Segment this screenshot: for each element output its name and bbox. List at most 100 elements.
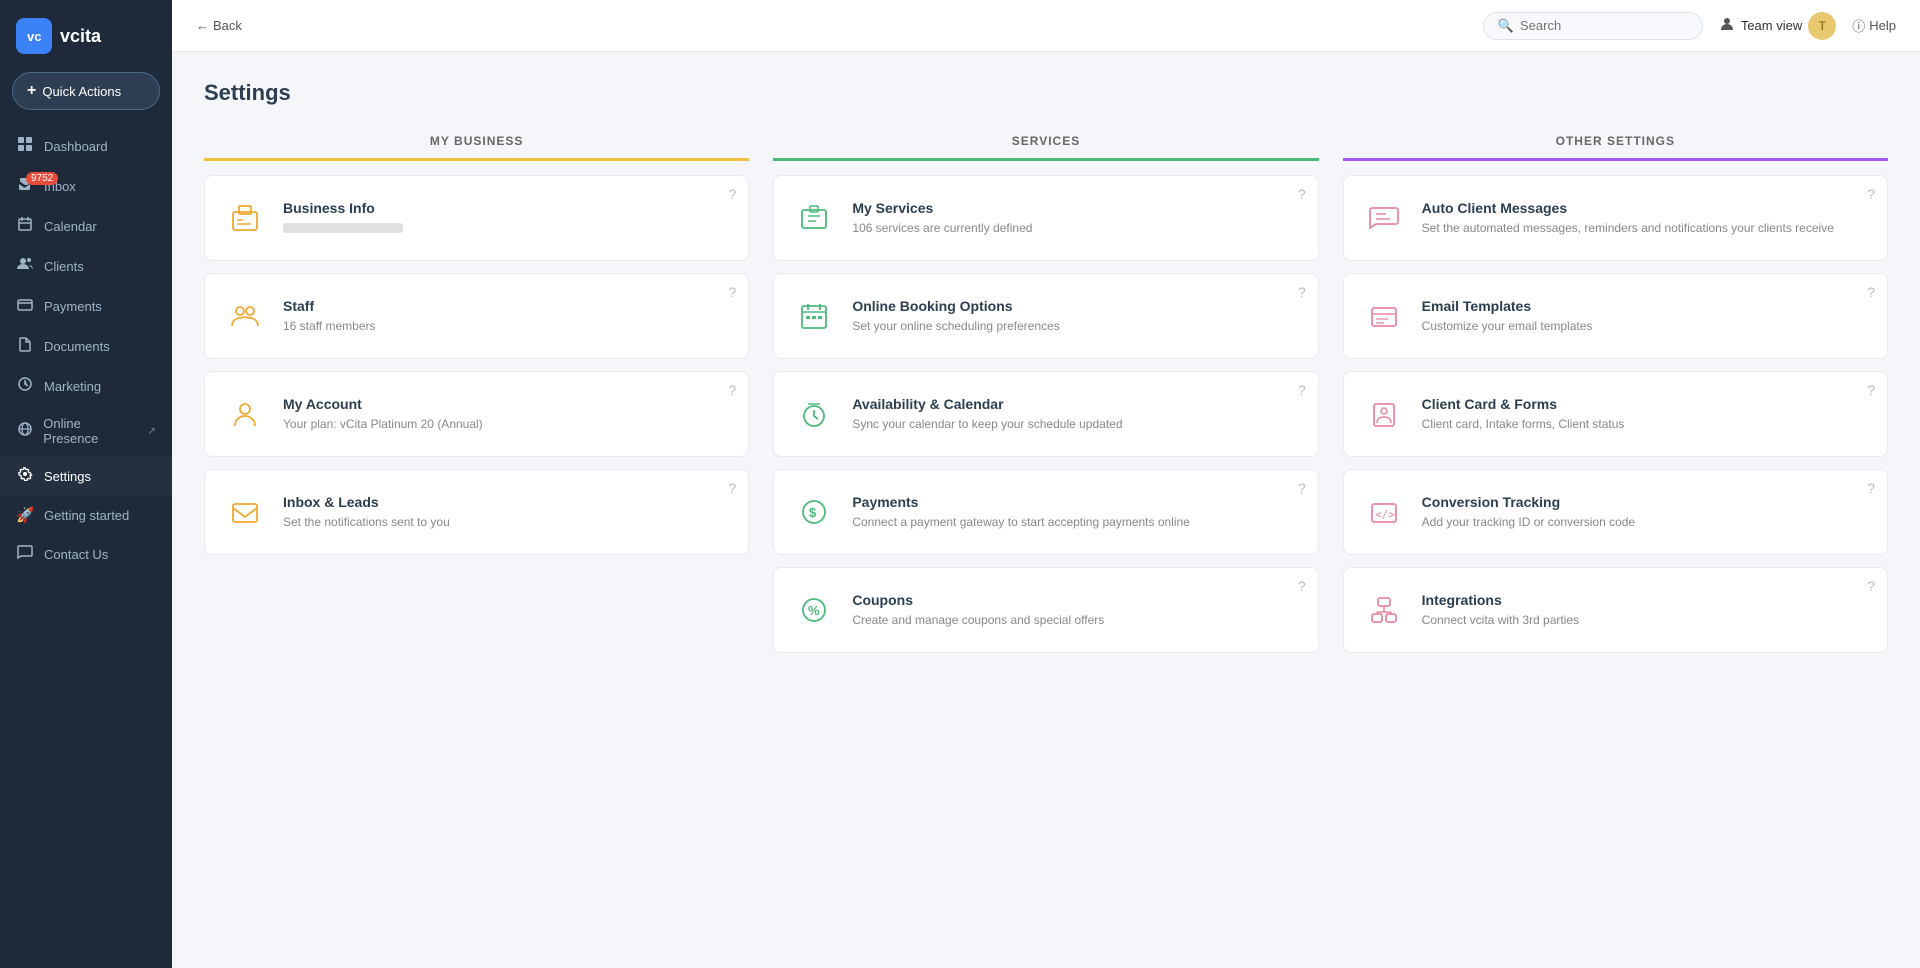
logo-text: vcita [60, 26, 101, 47]
staff-help-icon[interactable]: ? [729, 284, 737, 300]
coupons-desc: Create and manage coupons and special of… [852, 612, 1301, 629]
sidebar-item-dashboard[interactable]: Dashboard [0, 126, 172, 166]
inbox-leads-icon [221, 488, 269, 536]
team-view-label: Team view [1741, 18, 1802, 33]
online-booking-card[interactable]: Online Booking Options Set your online s… [773, 273, 1318, 359]
integrations-help-icon[interactable]: ? [1867, 578, 1875, 594]
sidebar-item-inbox[interactable]: Inbox 9752 [0, 166, 172, 206]
back-arrow-icon: ← [196, 18, 209, 33]
auto-client-messages-card[interactable]: Auto Client Messages Set the automated m… [1343, 175, 1888, 261]
availability-calendar-help-icon[interactable]: ? [1298, 382, 1306, 398]
email-templates-text: Email Templates Customize your email tem… [1422, 298, 1871, 335]
documents-icon [16, 336, 34, 356]
availability-calendar-card[interactable]: Availability & Calendar Sync your calend… [773, 371, 1318, 457]
email-templates-title: Email Templates [1422, 298, 1871, 314]
sidebar-item-documents[interactable]: Documents [0, 326, 172, 366]
auto-client-messages-desc: Set the automated messages, reminders an… [1422, 220, 1871, 237]
client-card-forms-text: Client Card & Forms Client card, Intake … [1422, 396, 1871, 433]
my-services-card[interactable]: My Services 106 services are currently d… [773, 175, 1318, 261]
inbox-leads-help-icon[interactable]: ? [729, 480, 737, 496]
help-button[interactable]: ⓘ Help [1852, 16, 1896, 35]
my-services-help-icon[interactable]: ? [1298, 186, 1306, 202]
quick-actions-button[interactable]: + Quick Actions [12, 72, 160, 110]
payments-card[interactable]: $ Payments Connect a payment gateway to … [773, 469, 1318, 555]
email-templates-help-icon[interactable]: ? [1867, 284, 1875, 300]
contact-us-icon [16, 544, 34, 564]
other-settings-cards: Auto Client Messages Set the automated m… [1343, 175, 1888, 653]
sidebar-item-settings[interactable]: Settings [0, 456, 172, 496]
payments-help-icon[interactable]: ? [1298, 480, 1306, 496]
my-account-help-icon[interactable]: ? [729, 382, 737, 398]
online-booking-icon [790, 292, 838, 340]
coupons-card[interactable]: % Coupons Create and manage coupons and … [773, 567, 1318, 653]
business-info-card[interactable]: Business Info ? [204, 175, 749, 261]
payments-title: Payments [852, 494, 1301, 510]
my-services-text: My Services 106 services are currently d… [852, 200, 1301, 237]
settings-icon [16, 466, 34, 486]
conversion-tracking-card[interactable]: </> Conversion Tracking Add your trackin… [1343, 469, 1888, 555]
avatar: T [1808, 12, 1836, 40]
client-card-forms-help-icon[interactable]: ? [1867, 382, 1875, 398]
inbox-badge: 9752 [26, 172, 58, 185]
sidebar-item-clients[interactable]: Clients [0, 246, 172, 286]
calendar-icon [16, 216, 34, 236]
sidebar-item-payments-label: Payments [44, 299, 102, 314]
dashboard-icon [16, 136, 34, 156]
inbox-leads-card[interactable]: Inbox & Leads Set the notifications sent… [204, 469, 749, 555]
quick-actions-label: Quick Actions [42, 84, 121, 99]
help-icon: ⓘ [1852, 16, 1865, 35]
payments-card-icon: $ [790, 488, 838, 536]
payments-text: Payments Connect a payment gateway to st… [852, 494, 1301, 531]
sidebar-item-calendar-label: Calendar [44, 219, 97, 234]
sidebar-item-getting-started[interactable]: 🚀 Getting started [0, 496, 172, 534]
search-box: 🔍 [1483, 12, 1703, 40]
logo-icon: vc [16, 18, 52, 54]
staff-card[interactable]: Staff 16 staff members ? [204, 273, 749, 359]
my-services-desc: 106 services are currently defined [852, 220, 1301, 237]
svg-text:vc: vc [27, 29, 41, 44]
sidebar-item-contact-us[interactable]: Contact Us [0, 534, 172, 574]
business-info-desc [283, 220, 732, 237]
search-input[interactable] [1520, 18, 1680, 33]
my-account-card[interactable]: My Account Your plan: vCita Platinum 20 … [204, 371, 749, 457]
my-account-desc: Your plan: vCita Platinum 20 (Annual) [283, 416, 732, 433]
client-card-forms-title: Client Card & Forms [1422, 396, 1871, 412]
sidebar-item-marketing[interactable]: Marketing [0, 366, 172, 406]
sidebar-item-documents-label: Documents [44, 339, 110, 354]
sidebar-item-calendar[interactable]: Calendar [0, 206, 172, 246]
svg-text:$: $ [809, 505, 817, 520]
integrations-desc: Connect vcita with 3rd parties [1422, 612, 1871, 629]
my-business-cards: Business Info ? [204, 175, 749, 555]
sidebar-item-payments[interactable]: Payments [0, 286, 172, 326]
integrations-title: Integrations [1422, 592, 1871, 608]
integrations-card[interactable]: Integrations Connect vcita with 3rd part… [1343, 567, 1888, 653]
sidebar-item-settings-label: Settings [44, 469, 91, 484]
coupons-help-icon[interactable]: ? [1298, 578, 1306, 594]
sidebar-item-contact-us-label: Contact Us [44, 547, 108, 562]
client-card-forms-card[interactable]: Client Card & Forms Client card, Intake … [1343, 371, 1888, 457]
business-info-help-icon[interactable]: ? [729, 186, 737, 202]
auto-client-messages-title: Auto Client Messages [1422, 200, 1871, 216]
online-booking-title: Online Booking Options [852, 298, 1301, 314]
external-link-icon: ↗ [148, 426, 156, 437]
staff-text: Staff 16 staff members [283, 298, 732, 335]
sidebar-item-online-presence[interactable]: Online Presence ↗ [0, 406, 172, 456]
marketing-icon [16, 376, 34, 396]
team-view-button[interactable]: Team view T [1719, 12, 1836, 40]
back-button[interactable]: ← Back [196, 18, 242, 33]
conversion-tracking-help-icon[interactable]: ? [1867, 480, 1875, 496]
online-presence-icon [16, 421, 33, 441]
settings-sections: MY BUSINESS Busin [204, 134, 1888, 653]
email-templates-card[interactable]: Email Templates Customize your email tem… [1343, 273, 1888, 359]
main-area: ← Back 🔍 Team view T ⓘ Help Settings MY … [172, 0, 1920, 968]
client-card-forms-icon [1360, 390, 1408, 438]
my-services-title: My Services [852, 200, 1301, 216]
clients-icon [16, 256, 34, 276]
user-icon [1719, 16, 1735, 35]
online-booking-help-icon[interactable]: ? [1298, 284, 1306, 300]
sidebar-item-clients-label: Clients [44, 259, 84, 274]
auto-client-messages-help-icon[interactable]: ? [1867, 186, 1875, 202]
inbox-leads-text: Inbox & Leads Set the notifications sent… [283, 494, 732, 531]
email-templates-desc: Customize your email templates [1422, 318, 1871, 335]
email-templates-icon [1360, 292, 1408, 340]
